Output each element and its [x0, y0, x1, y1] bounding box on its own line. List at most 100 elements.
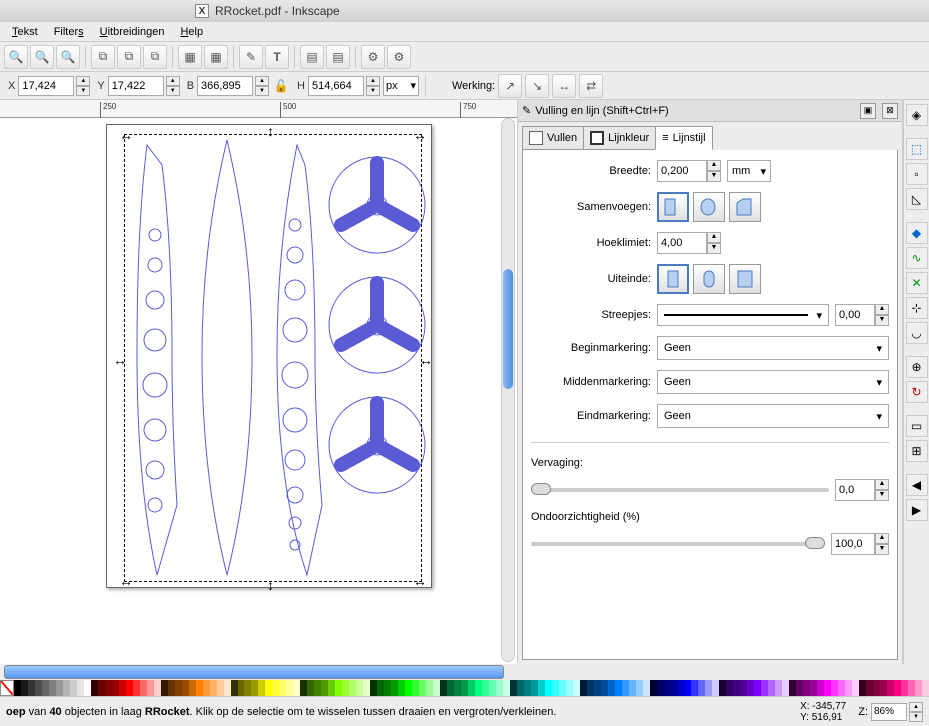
swatch[interactable] [754, 680, 761, 696]
snap-grid-icon[interactable]: ⊞ [906, 440, 928, 462]
w-input[interactable] [197, 76, 253, 96]
swatch[interactable] [671, 680, 678, 696]
swatch[interactable] [796, 680, 803, 696]
lock-aspect-icon[interactable]: 🔓 [272, 77, 290, 95]
swatch[interactable] [817, 680, 824, 696]
menu-help[interactable]: Help [174, 24, 209, 40]
swatch-none[interactable] [0, 680, 14, 696]
swatch[interactable] [91, 680, 98, 696]
ungroup-icon[interactable]: ▦ [204, 45, 228, 69]
swatch[interactable] [775, 680, 782, 696]
swatch[interactable] [28, 680, 35, 696]
swatch[interactable] [231, 680, 238, 696]
swatch[interactable] [119, 680, 126, 696]
zoom-drawing-icon[interactable]: 🔍 [30, 45, 54, 69]
swatch[interactable] [35, 680, 42, 696]
h-spinner[interactable]: ▲▼ [366, 76, 380, 96]
swatch[interactable] [643, 680, 650, 696]
mid-marker-selector[interactable]: Geen▾ [657, 370, 889, 394]
swatch[interactable] [531, 680, 538, 696]
handle-w[interactable]: ↔ [113, 352, 127, 368]
swatch[interactable] [363, 680, 370, 696]
swatch[interactable] [733, 680, 740, 696]
swatch[interactable] [272, 680, 279, 696]
swatch[interactable] [880, 680, 887, 696]
swatch[interactable] [698, 680, 705, 696]
handle-ne[interactable]: ↔ [413, 127, 427, 143]
swatch[interactable] [726, 680, 733, 696]
tab-stroke-style[interactable]: ≡ Lijnstijl [655, 126, 712, 150]
swatch[interactable] [370, 680, 377, 696]
zoom-page-icon[interactable]: 🔍 [56, 45, 80, 69]
swatch[interactable] [496, 680, 503, 696]
swatch[interactable] [475, 680, 482, 696]
swatch[interactable] [908, 680, 915, 696]
swatch[interactable] [279, 680, 286, 696]
duplicate-icon[interactable]: ⧉ [91, 45, 115, 69]
snap-cusp-icon[interactable]: ⊹ [906, 297, 928, 319]
transform-mode3-icon[interactable]: ↔ [552, 74, 576, 98]
handle-sw[interactable]: ↔ [119, 573, 133, 589]
swatch[interactable] [203, 680, 210, 696]
swatch[interactable] [238, 680, 245, 696]
swatch[interactable] [182, 680, 189, 696]
swatch[interactable] [440, 680, 447, 696]
swatch[interactable] [244, 680, 251, 696]
swatch[interactable] [894, 680, 901, 696]
w-spinner[interactable]: ▲▼ [255, 76, 269, 96]
transform-mode4-icon[interactable]: ⇄ [579, 74, 603, 98]
swatch[interactable] [196, 680, 203, 696]
cap-butt-button[interactable] [657, 264, 689, 294]
opacity-input[interactable]: ▲▼ [831, 533, 889, 555]
swatch[interactable] [545, 680, 552, 696]
swatch[interactable] [147, 680, 154, 696]
swatch[interactable] [719, 680, 726, 696]
dash-offset-input[interactable]: ▲▼ [835, 304, 889, 326]
menu-filters[interactable]: Filters [48, 24, 90, 40]
selection-box[interactable]: ↔ ↕ ↔ ↔ ↔ ↔ ↕ ↔ [124, 134, 422, 582]
swatch[interactable] [433, 680, 440, 696]
snap-page-icon[interactable]: ▭ [906, 415, 928, 437]
swatch[interactable] [419, 680, 426, 696]
y-spinner[interactable]: ▲▼ [166, 76, 180, 96]
menu-uitbreidingen[interactable]: Uitbreidingen [94, 24, 171, 40]
swatch[interactable] [454, 680, 461, 696]
swatch[interactable] [622, 680, 629, 696]
snap-intersection-icon[interactable]: ✕ [906, 272, 928, 294]
swatch[interactable] [328, 680, 335, 696]
swatch[interactable] [510, 680, 517, 696]
miter-input[interactable]: ▲▼ [657, 232, 721, 254]
snap-smooth-icon[interactable]: ◡ [906, 322, 928, 344]
swatch[interactable] [314, 680, 321, 696]
swatch[interactable] [461, 680, 468, 696]
handle-s[interactable]: ↕ [267, 577, 274, 593]
swatch[interactable] [901, 680, 908, 696]
swatch[interactable] [615, 680, 622, 696]
width-unit-selector[interactable]: mm▾ [727, 160, 771, 182]
swatch[interactable] [168, 680, 175, 696]
swatch[interactable] [691, 680, 698, 696]
swatch[interactable] [426, 680, 433, 696]
swatch[interactable] [77, 680, 84, 696]
fill-stroke-icon[interactable]: ✎ [239, 45, 263, 69]
join-bevel-button[interactable] [729, 192, 761, 222]
swatch[interactable] [175, 680, 182, 696]
swatch[interactable] [824, 680, 831, 696]
swatch[interactable] [566, 680, 573, 696]
swatch[interactable] [580, 680, 587, 696]
handle-se[interactable]: ↔ [413, 573, 427, 589]
swatch[interactable] [489, 680, 496, 696]
width-input[interactable]: ▲▼ [657, 160, 721, 182]
menu-tekst[interactable]: Tekst [6, 24, 44, 40]
swatch[interactable] [482, 680, 489, 696]
swatch[interactable] [224, 680, 231, 696]
swatch[interactable] [664, 680, 671, 696]
tab-stroke-paint[interactable]: Lijnkleur [583, 126, 656, 150]
tab-fill[interactable]: Vullen [522, 126, 584, 150]
swatch[interactable] [524, 680, 531, 696]
cap-square-button[interactable] [729, 264, 761, 294]
swatch[interactable] [705, 680, 712, 696]
swatch[interactable] [154, 680, 161, 696]
preferences-icon[interactable]: ⚙ [361, 45, 385, 69]
scroll-left-icon[interactable]: ◀ [906, 474, 928, 496]
